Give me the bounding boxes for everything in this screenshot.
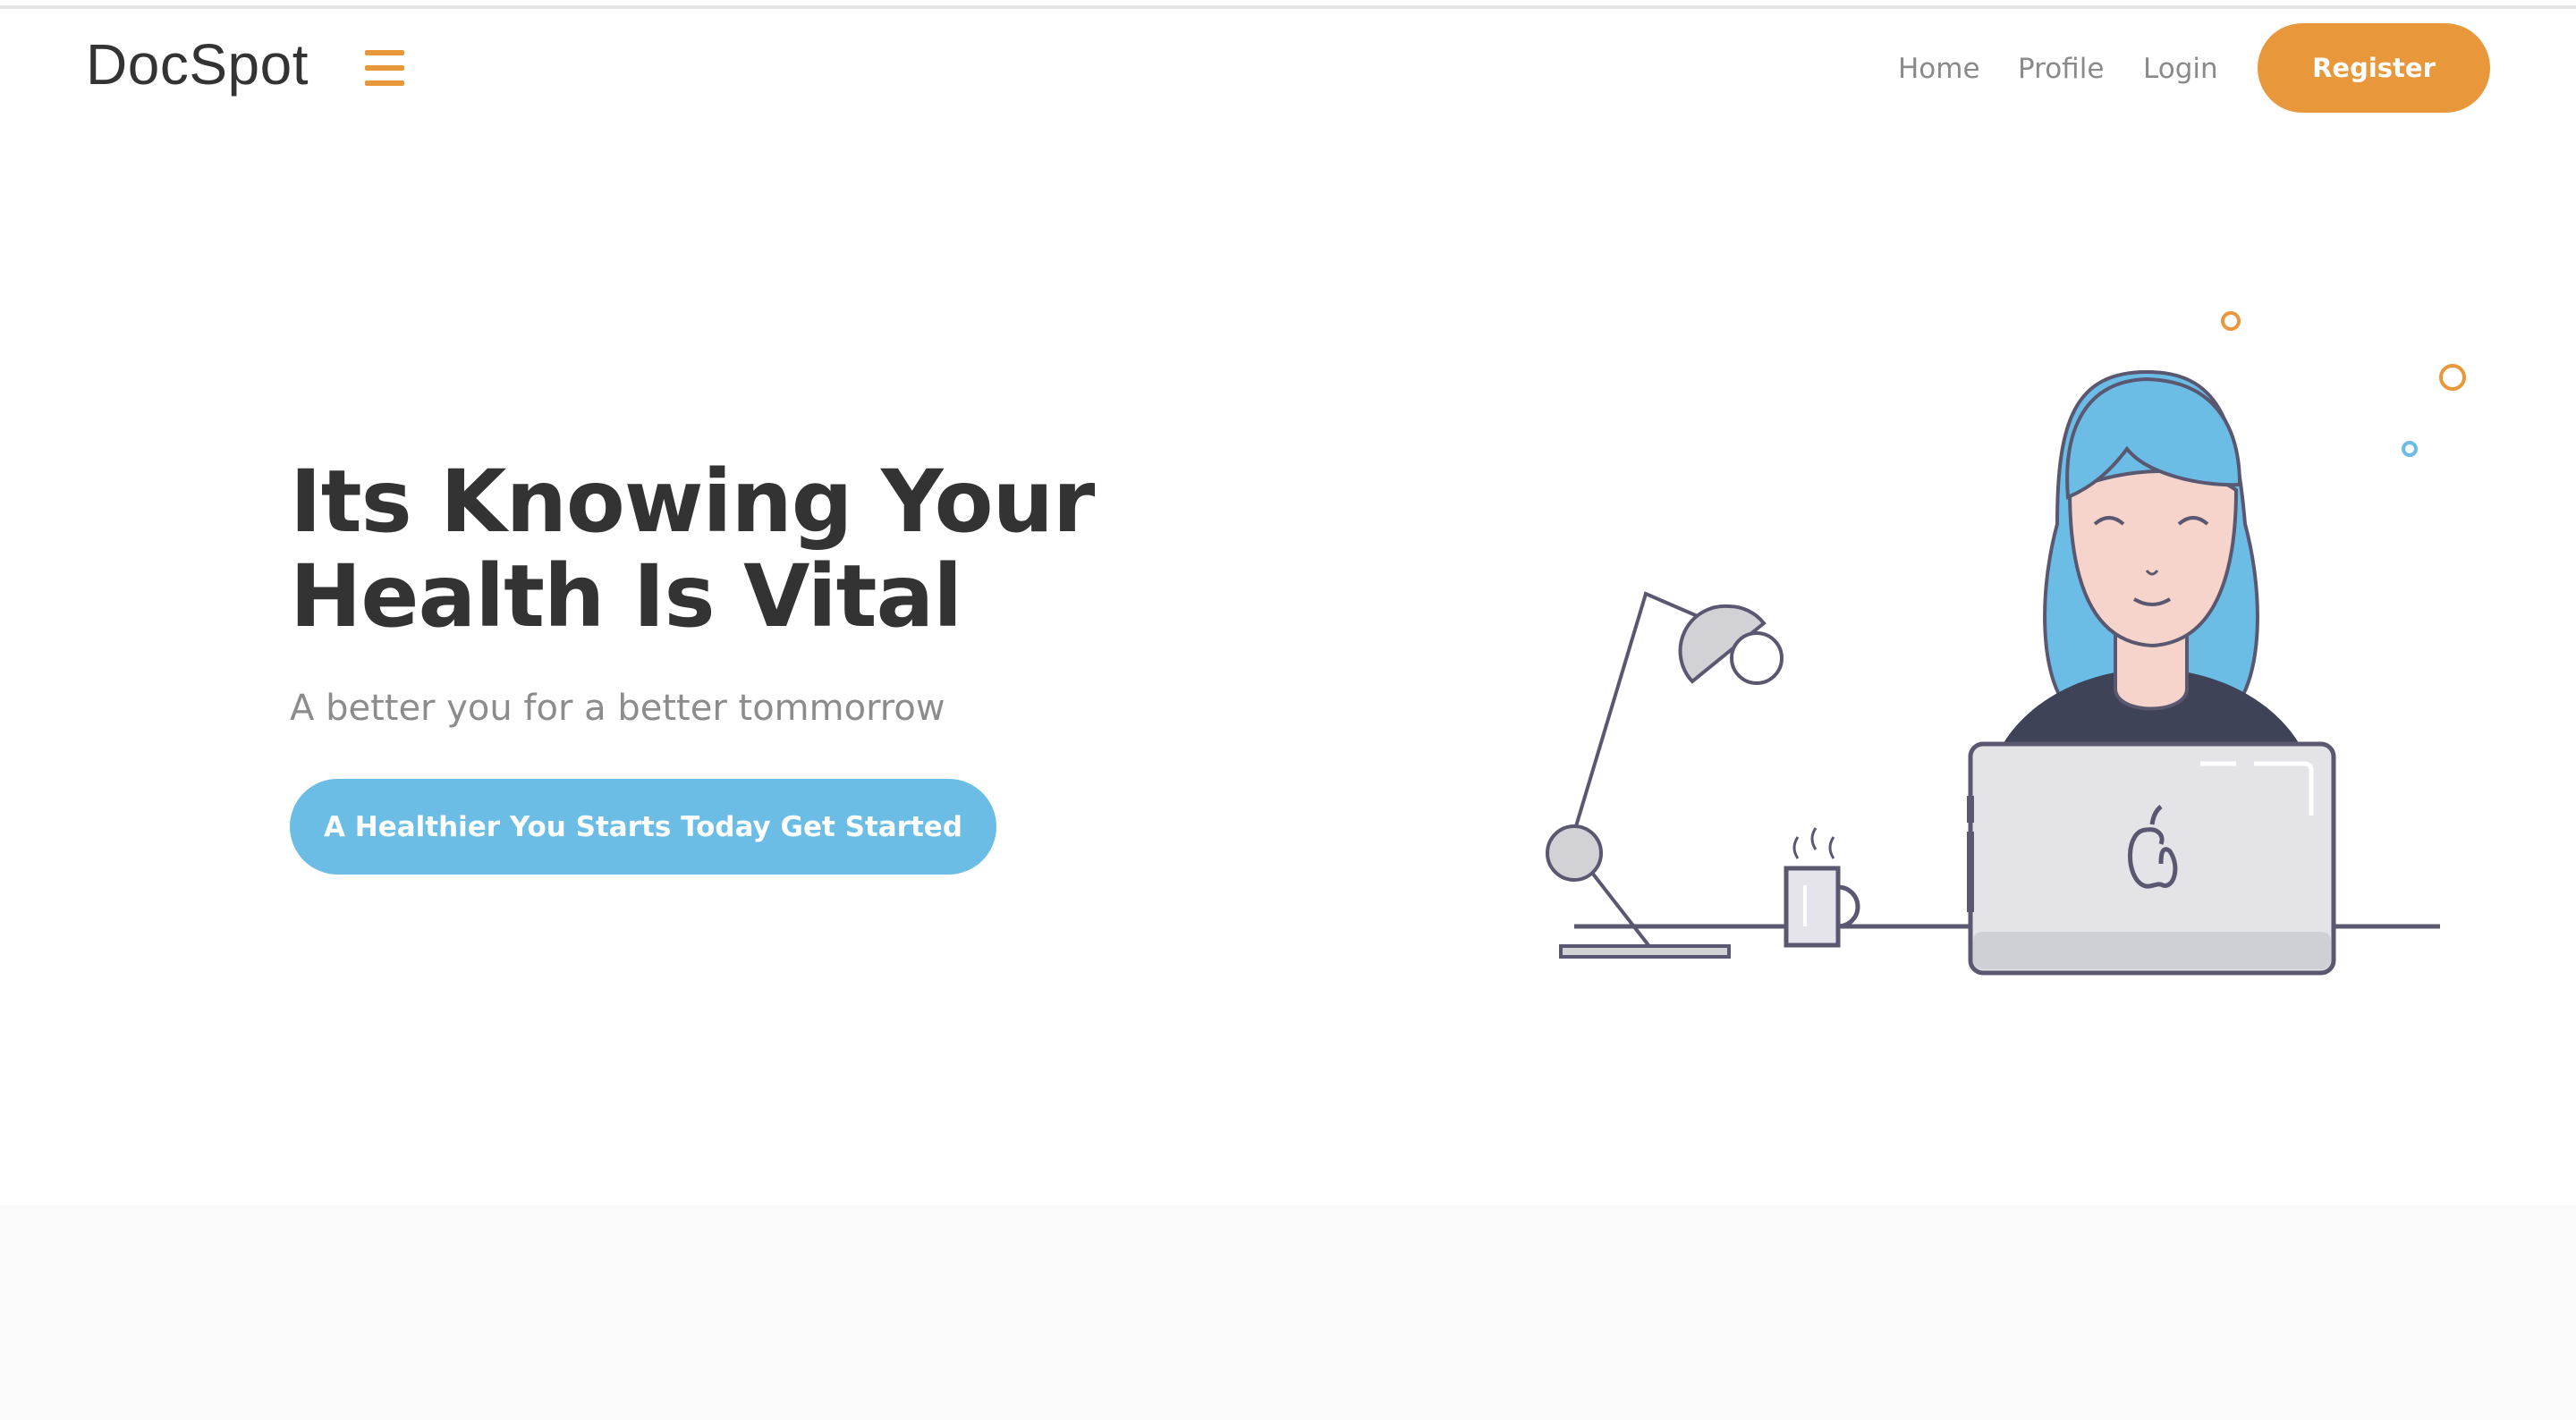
decor-circle-orange-1: [2221, 311, 2241, 331]
nav-link-home[interactable]: Home: [1898, 55, 1980, 83]
navbar: DocSpot Home Profile Login Register: [0, 9, 2576, 130]
hero-title-line-1: Its Knowing Your: [290, 452, 1095, 552]
top-border: [0, 0, 2576, 9]
nav-link-login[interactable]: Login: [2143, 55, 2218, 83]
hero-title-line-2: Health Is Vital: [290, 546, 962, 647]
decor-circle-blue: [2402, 441, 2418, 457]
hero-illustration: [1546, 311, 2466, 976]
get-started-button[interactable]: A Healthier You Starts Today Get Started: [290, 779, 996, 875]
brand-logo[interactable]: DocSpot: [86, 36, 309, 93]
register-button[interactable]: Register: [2258, 23, 2490, 113]
hero-subtitle: A better you for a better tommorrow: [290, 688, 945, 729]
hero-title: Its Knowing Your Health Is Vital: [290, 452, 1095, 647]
laptop: [1967, 741, 2336, 976]
nav-link-profile[interactable]: Profile: [2018, 55, 2104, 83]
hamburger-menu-icon[interactable]: [365, 50, 404, 86]
next-section-band: [0, 1205, 2576, 1420]
decor-circle-orange-2: [2439, 364, 2466, 391]
desk-lamp: [1546, 591, 1784, 959]
woman-figure: [1995, 369, 2308, 760]
